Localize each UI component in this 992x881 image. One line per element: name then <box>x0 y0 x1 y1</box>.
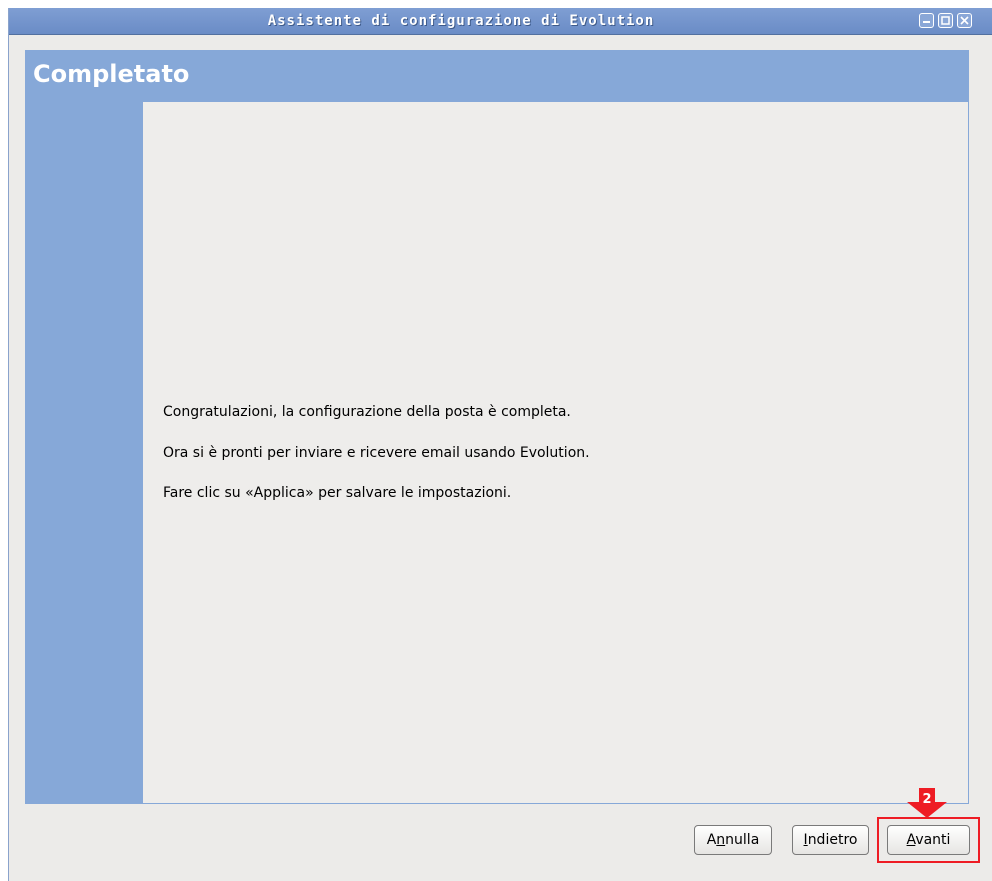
annotation-highlight-box <box>877 817 980 863</box>
maximize-icon[interactable] <box>938 13 953 28</box>
content-panel: Congratulazioni, la configurazione della… <box>143 102 969 804</box>
cancel-label-suffix: nulla <box>725 832 760 848</box>
annotation-step-number: 2 <box>922 792 932 807</box>
back-label-suffix: ndietro <box>807 832 858 848</box>
back-button[interactable]: Indietro <box>792 825 869 855</box>
apply-instruction-message: Fare clic su «Applica» per salvare le im… <box>163 485 512 501</box>
page-header-banner: Completato <box>25 50 969 102</box>
minimize-icon[interactable] <box>919 13 934 28</box>
cancel-mnemonic: n <box>716 832 726 848</box>
cancel-button[interactable]: Annulla <box>694 825 772 855</box>
side-decoration-strip <box>25 102 143 804</box>
ready-message: Ora si è pronti per inviare e ricevere e… <box>163 445 590 461</box>
window-title: Assistente di configurazione di Evolutio… <box>267 13 655 29</box>
page-title: Completato <box>33 60 190 88</box>
cancel-label-prefix: A <box>706 832 717 848</box>
close-icon[interactable] <box>957 13 972 28</box>
title-bar[interactable]: Assistente di configurazione di Evolutio… <box>9 8 992 35</box>
congratulations-message: Congratulazioni, la configurazione della… <box>163 404 571 420</box>
